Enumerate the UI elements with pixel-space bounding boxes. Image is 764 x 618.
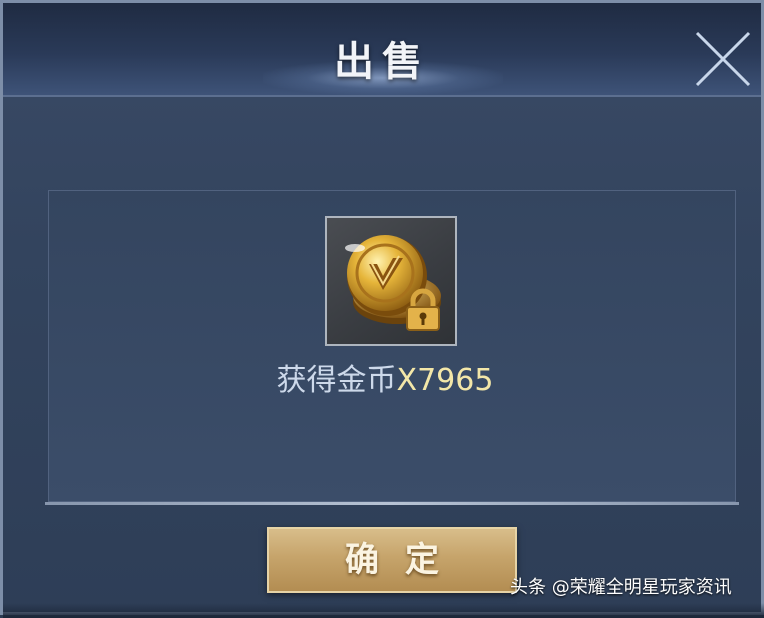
- close-button[interactable]: [691, 27, 755, 91]
- dialog-title: 出售: [334, 38, 430, 85]
- close-icon: [695, 31, 751, 87]
- reward-item-frame: [325, 216, 457, 346]
- dialog-header: 出售: [3, 3, 761, 97]
- reward-amount: X7965: [396, 363, 494, 398]
- confirm-label: 确定: [345, 540, 465, 580]
- reward-text: 获得金币X7965: [3, 361, 764, 401]
- confirm-button[interactable]: 确定: [267, 527, 517, 593]
- watermark: 头条 @荣耀全明星玩家资讯: [510, 577, 732, 598]
- sell-dialog: 出售 获得金币X7965 确定: [0, 0, 764, 618]
- bottom-decoration: [3, 603, 764, 618]
- reward-label: 获得金币: [276, 363, 397, 398]
- lock-icon: [406, 288, 440, 331]
- panel-divider: [45, 502, 739, 505]
